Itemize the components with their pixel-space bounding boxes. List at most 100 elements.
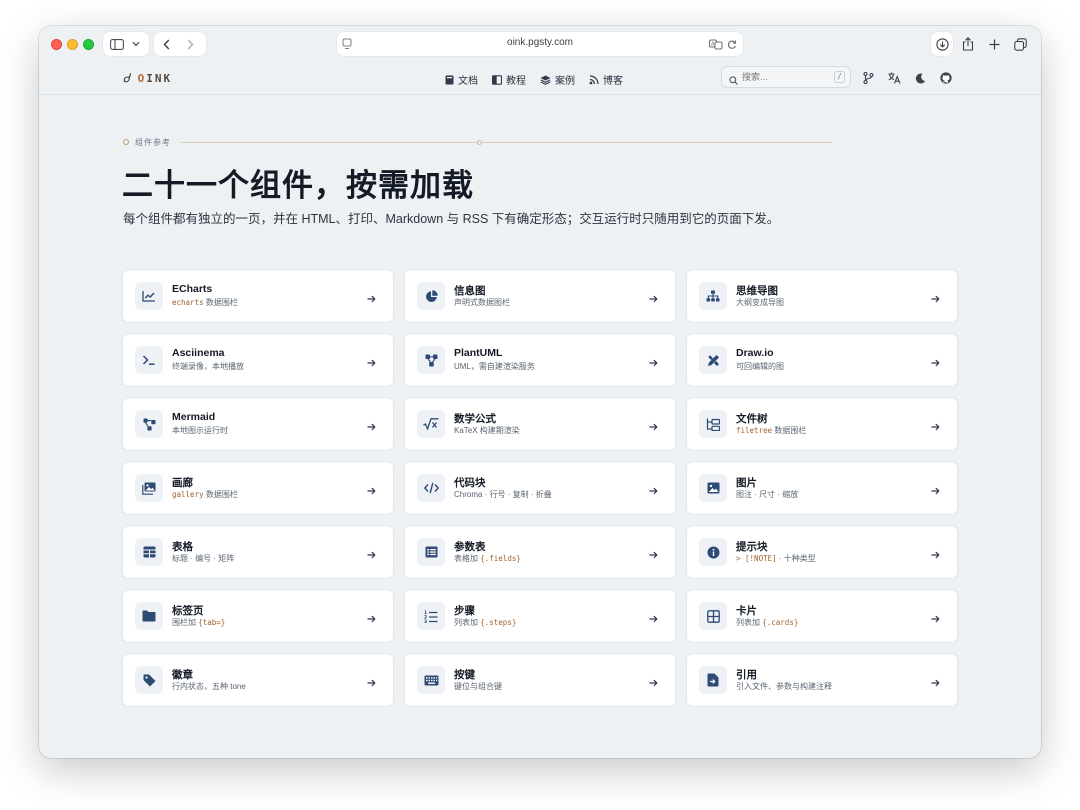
nav-docs[interactable]: 文档 bbox=[445, 72, 478, 87]
nav-cases[interactable]: 案例 bbox=[540, 72, 575, 87]
eyebrow-label: 组件参考 bbox=[135, 137, 171, 147]
zoom-window-button[interactable] bbox=[83, 39, 94, 50]
component-card[interactable]: 代码块 Chroma · 行号 · 复制 · 折叠 bbox=[405, 462, 675, 514]
component-description-text: 图注 · 尺寸 · 缩放 bbox=[736, 490, 799, 499]
component-description: 终端录像，本地播放 bbox=[172, 361, 244, 372]
translate-page-icon[interactable]: A bbox=[709, 37, 723, 55]
pie-chart-icon bbox=[417, 282, 445, 310]
svg-text:3: 3 bbox=[424, 619, 427, 623]
folder-tree-icon bbox=[699, 410, 727, 438]
arrow-right-icon bbox=[649, 418, 658, 436]
info-icon bbox=[699, 538, 727, 566]
component-code-snippet: {.steps} bbox=[480, 618, 517, 627]
tab-overview-icon[interactable] bbox=[1009, 32, 1031, 56]
component-description: gallery 数据围栏 bbox=[172, 489, 238, 500]
component-card[interactable]: 文件树 filetree 数据围栏 bbox=[687, 398, 957, 450]
nav-tutorials-label: 教程 bbox=[506, 76, 526, 87]
component-title: 步骤 bbox=[454, 605, 475, 617]
git-branch-icon[interactable] bbox=[861, 71, 875, 85]
component-card[interactable]: Mermaid 本地图示运行时 bbox=[123, 398, 393, 450]
arrow-right-icon bbox=[931, 290, 940, 308]
nav-blog[interactable]: 博客 bbox=[589, 72, 623, 87]
component-description-text: · 十种类型 bbox=[776, 554, 816, 563]
sidebar-icon[interactable] bbox=[110, 38, 124, 50]
back-arrow-icon[interactable] bbox=[163, 39, 170, 50]
component-description: 表格加 {.fields} bbox=[454, 553, 521, 564]
component-description: echarts 数据围栏 bbox=[172, 297, 238, 308]
component-description-text: 引入文件、参数与构建注释 bbox=[736, 682, 832, 691]
component-card[interactable]: Asciinema 终端录像，本地播放 bbox=[123, 334, 393, 386]
pen-ruler-icon bbox=[699, 346, 727, 374]
component-card[interactable]: ECharts echarts 数据围栏 bbox=[123, 270, 393, 322]
component-title: Mermaid bbox=[172, 411, 216, 423]
component-card[interactable]: 信息图 声明式数据图栏 bbox=[405, 270, 675, 322]
component-card[interactable]: PlantUML UML，需自建渲染服务 bbox=[405, 334, 675, 386]
component-description-text: UML，需自建渲染服务 bbox=[454, 362, 535, 371]
component-description-text: 数据围栏 bbox=[203, 490, 238, 499]
logo-mark-icon: Ꮷ bbox=[123, 71, 130, 85]
component-card[interactable]: 图片 图注 · 尺寸 · 缩放 bbox=[687, 462, 957, 514]
arrow-right-icon bbox=[931, 482, 940, 500]
component-description-text: 列表加 bbox=[454, 618, 481, 627]
component-card[interactable]: 按键 键位与组合键 bbox=[405, 654, 675, 706]
component-description-text: 围栏加 bbox=[172, 618, 199, 627]
component-grid: ECharts echarts 数据围栏 信息图 声明式数据图栏 思维导图 大纲变成导图 A… bbox=[123, 270, 957, 706]
forward-arrow-icon[interactable] bbox=[187, 39, 194, 50]
grid-icon bbox=[699, 602, 727, 630]
arrow-right-icon bbox=[649, 354, 658, 372]
component-card[interactable]: 1 2 3 步骤 列表加 {.steps} bbox=[405, 590, 675, 642]
language-icon[interactable] bbox=[887, 71, 901, 85]
file-import-icon bbox=[699, 666, 727, 694]
downloads-icon[interactable] bbox=[931, 32, 953, 56]
nav-tutorials[interactable]: 教程 bbox=[492, 72, 526, 87]
arrow-right-icon bbox=[367, 418, 376, 436]
reload-icon[interactable] bbox=[727, 37, 737, 55]
diagram-icon bbox=[417, 346, 445, 374]
url-text: oink.pgsty.com bbox=[507, 37, 573, 48]
component-code-snippet: gallery bbox=[172, 490, 204, 499]
arrow-right-icon bbox=[931, 610, 940, 628]
component-card[interactable]: 徽章 行内状态，五种 tone bbox=[123, 654, 393, 706]
component-title: 提示块 bbox=[736, 541, 768, 553]
github-icon[interactable] bbox=[939, 71, 953, 85]
component-card[interactable]: 画廊 gallery 数据围栏 bbox=[123, 462, 393, 514]
chevron-down-icon[interactable] bbox=[132, 41, 140, 47]
arrow-right-icon bbox=[649, 290, 658, 308]
component-card[interactable]: 标签页 围栏加 {tab=} bbox=[123, 590, 393, 642]
component-title: 思维导图 bbox=[736, 285, 778, 297]
share-icon[interactable] bbox=[957, 32, 979, 56]
component-card[interactable]: 数学公式 KaTeX 构建期渲染 bbox=[405, 398, 675, 450]
component-title: 文件树 bbox=[736, 413, 768, 425]
component-description-text: 可回编辑的图 bbox=[736, 362, 784, 371]
component-card[interactable]: 表格 标题 · 编号 · 矩阵 bbox=[123, 526, 393, 578]
component-description: 列表加 {.steps} bbox=[454, 617, 516, 628]
component-card[interactable]: Draw.io 可回编辑的图 bbox=[687, 334, 957, 386]
component-card[interactable]: 提示块 > [!NOTE] · 十种类型 bbox=[687, 526, 957, 578]
component-title: 数学公式 bbox=[454, 413, 496, 425]
component-card[interactable]: 参数表 表格加 {.fields} bbox=[405, 526, 675, 578]
search-icon bbox=[729, 72, 738, 90]
nav-blog-label: 博客 bbox=[603, 76, 623, 87]
eyebrow-dot-icon bbox=[123, 139, 129, 145]
component-description: 行内状态，五种 tone bbox=[172, 681, 246, 692]
new-tab-icon[interactable] bbox=[983, 32, 1005, 56]
component-card[interactable]: 思维导图 大纲变成导图 bbox=[687, 270, 957, 322]
site-search[interactable]: / bbox=[721, 66, 851, 88]
component-title: 信息图 bbox=[454, 285, 486, 297]
close-window-button[interactable] bbox=[51, 39, 62, 50]
component-card[interactable]: 卡片 列表加 {.cards} bbox=[687, 590, 957, 642]
component-card[interactable]: 引用 引入文件、参数与构建注释 bbox=[687, 654, 957, 706]
arrow-right-icon bbox=[931, 546, 940, 564]
code-icon bbox=[417, 474, 445, 502]
address-bar[interactable]: oink.pgsty.com A bbox=[337, 32, 743, 56]
dark-mode-moon-icon[interactable] bbox=[913, 71, 927, 85]
search-input[interactable] bbox=[742, 70, 822, 84]
component-description: filetree 数据围栏 bbox=[736, 425, 806, 436]
browser-window: oink.pgsty.com A Ꮷ OINK 文档 教程 案例 博客 搜索..… bbox=[39, 26, 1041, 758]
component-description: 声明式数据图栏 bbox=[454, 297, 510, 308]
site-logo[interactable]: Ꮷ OINK bbox=[123, 71, 172, 86]
component-description-text: 声明式数据图栏 bbox=[454, 298, 510, 307]
minimize-window-button[interactable] bbox=[67, 39, 78, 50]
arrow-right-icon bbox=[367, 482, 376, 500]
main-nav: 文档 教程 案例 博客 bbox=[445, 72, 623, 87]
